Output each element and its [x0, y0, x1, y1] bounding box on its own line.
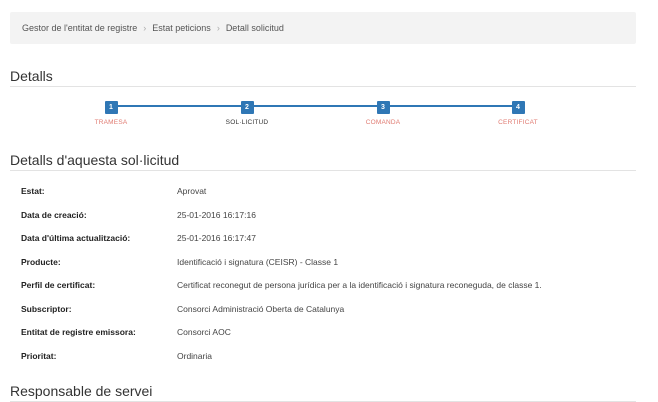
divider — [10, 170, 636, 171]
detail-value: 25-01-2016 16:17:47 — [177, 233, 256, 243]
detail-row-product: Producte: Identificació i signatura (CEI… — [21, 257, 641, 281]
detail-label: Estat: — [21, 186, 45, 196]
detail-row-updated: Data d'última actualització: 25-01-2016 … — [21, 233, 641, 257]
step-label: COMANDA — [365, 119, 401, 126]
detail-value: 25-01-2016 16:17:16 — [177, 209, 256, 220]
step-comanda: 3 COMANDA — [343, 96, 423, 126]
step-tramesa: 1 TRAMESA — [71, 96, 151, 126]
detail-label: Entitat de registre emissora: — [21, 327, 136, 337]
step-number-badge: 2 — [240, 101, 254, 114]
progress-stepper: 1 TRAMESA 2 SOL·LICITUD 3 COMANDA 4 CERT… — [0, 96, 658, 136]
step-label: SOL·LICITUD — [225, 119, 269, 126]
detail-row-created: Data de creació: 25-01-2016 16:17:16 — [21, 210, 641, 234]
breadcrumb-item-request-status[interactable]: Estat peticions — [152, 23, 211, 33]
detail-label: Subscriptor: — [21, 303, 72, 314]
detail-row-status: Estat: Aprovat — [21, 186, 641, 210]
detail-value: Ordinaria — [177, 350, 212, 361]
details-heading: Detalls — [10, 68, 53, 84]
detail-value: Identificació i signatura (CEISR) - Clas… — [177, 256, 339, 267]
detail-label: Perfil de certificat: — [21, 280, 96, 290]
request-details-list: Estat: Aprovat Data de creació: 25-01-20… — [21, 186, 641, 374]
breadcrumb-separator-icon: › — [143, 23, 147, 33]
detail-row-issuing-entity: Entitat de registre emissora: Consorci A… — [21, 327, 641, 351]
step-certificat: 4 CERTIFICAT — [478, 96, 558, 126]
request-details-heading: Detalls d'aquesta sol·licitud — [10, 152, 180, 168]
divider — [10, 86, 636, 87]
detail-label: Data de creació: — [21, 209, 87, 220]
stepper-line — [111, 105, 518, 107]
detail-label: Producte: — [21, 256, 61, 267]
step-label: TRAMESA — [94, 119, 128, 126]
breadcrumb: Gestor de l'entitat de registre › Estat … — [10, 12, 636, 44]
detail-value: Consorci Administració Oberta de Catalun… — [177, 303, 345, 314]
detail-value: Certificat reconegut de persona jurídica… — [177, 280, 542, 290]
detail-row-priority: Prioritat: Ordinaria — [21, 351, 641, 375]
detail-row-certificate-profile: Perfil de certificat: Certificat reconeg… — [21, 280, 641, 304]
detail-row-subscriber: Subscriptor: Consorci Administració Ober… — [21, 304, 641, 328]
detail-label: Data d'última actualització: — [21, 233, 131, 243]
step-sollicitud: 2 SOL·LICITUD — [207, 96, 287, 126]
step-label: CERTIFICAT — [498, 119, 538, 126]
detail-label: Prioritat: — [21, 350, 57, 361]
detail-value: Consorci AOC — [177, 327, 231, 337]
breadcrumb-item-request-detail: Detall solicitud — [225, 23, 284, 33]
step-number-badge: 3 — [376, 101, 390, 114]
breadcrumb-separator-icon: › — [216, 23, 220, 33]
step-number-badge: 1 — [104, 101, 118, 114]
service-responsible-heading: Responsable de servei — [10, 383, 153, 399]
detail-value: Aprovat — [177, 186, 207, 196]
step-number-badge: 4 — [511, 101, 525, 114]
breadcrumb-item-registry-manager[interactable]: Gestor de l'entitat de registre — [22, 23, 137, 33]
